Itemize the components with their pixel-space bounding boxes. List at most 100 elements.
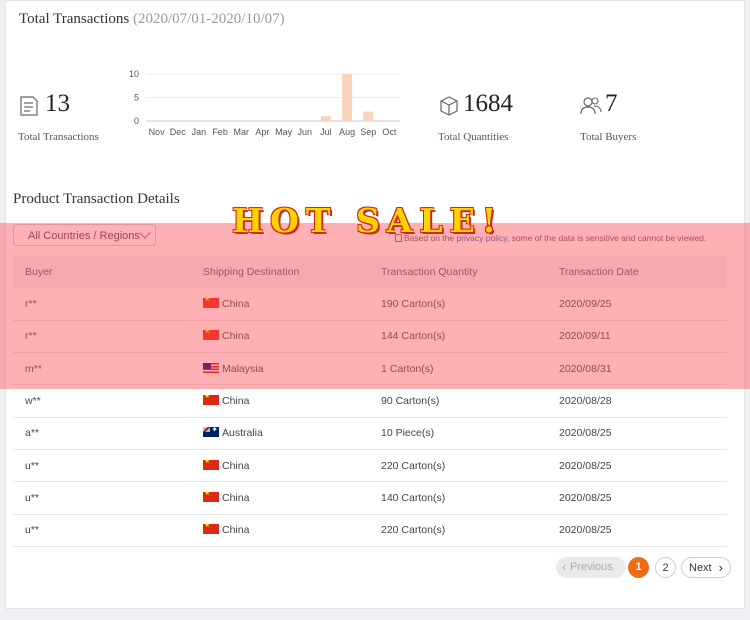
date-cell: 2020/08/25: [547, 449, 727, 483]
quantity-cell: 190 Carton(s): [369, 288, 547, 321]
page-1-button[interactable]: 1: [628, 557, 649, 578]
table-row: r** China 144 Carton(s)2020/09/11: [13, 320, 727, 354]
date-cell: 2020/08/28: [547, 384, 727, 418]
flag-icon: [203, 491, 219, 502]
destination-name: China: [222, 491, 250, 504]
quantity-cell: 144 Carton(s): [369, 320, 547, 354]
details-title: Product Transaction Details: [13, 191, 180, 207]
x-tick-label: Sep: [360, 127, 376, 137]
destination-name: Australia: [222, 427, 263, 440]
monthly-transactions-chart: 0 5 10 Nov Dec Jan Feb Mar Apr May Jun Jul Aug Sep Oct: [129, 69, 400, 137]
previous-page-button[interactable]: Previous: [556, 557, 626, 578]
table-row: a** Australia 10 Piece(s)2020/08/25: [13, 417, 727, 450]
users-icon: [580, 97, 602, 115]
quantity-cell: 140 Carton(s): [369, 481, 547, 515]
chevron-down-icon: [139, 227, 151, 239]
destination-cell: China: [191, 449, 369, 483]
buyer-cell: u**: [13, 449, 191, 483]
destination-name: China: [222, 330, 250, 343]
destination-cell: Australia: [191, 417, 369, 450]
date-cell: 2020/08/25: [547, 417, 727, 450]
stat-label: Total Transactions: [18, 131, 99, 143]
bar: [320, 116, 331, 121]
x-tick-label: Apr: [255, 127, 269, 137]
table-row: u** China 220 Carton(s)2020/08/25: [13, 449, 727, 483]
y-tick-label: 5: [134, 93, 139, 103]
y-tick-label: 10: [129, 69, 139, 79]
flag-icon: [203, 427, 219, 438]
flag-icon: [203, 524, 219, 535]
x-tick-label: Jul: [320, 127, 332, 137]
x-tick-label: Nov: [149, 127, 166, 137]
flag-icon: [203, 459, 219, 470]
transactions-table: Buyer Shipping Destination Transaction Q…: [13, 256, 727, 547]
date-cell: 2020/08/25: [547, 481, 727, 515]
x-tick-label: Aug: [339, 127, 355, 137]
flag-icon: [203, 297, 219, 308]
hot-sale-label: HOT SALE!: [232, 201, 504, 240]
date-cell: 2020/08/31: [547, 352, 727, 386]
buyer-cell: a**: [13, 417, 191, 450]
buyer-cell: r**: [13, 320, 191, 354]
quantity-cell: 220 Carton(s): [369, 514, 547, 547]
y-tick-label: 0: [134, 116, 139, 126]
x-tick-label: May: [275, 127, 293, 137]
destination-cell: Malaysia: [191, 352, 369, 386]
quantity-cell: 1 Carton(s): [369, 352, 547, 386]
date-range: (2020/07/01-2020/10/07): [132, 11, 285, 27]
stat-value: 13: [45, 90, 70, 117]
page-2-button[interactable]: 2: [655, 557, 676, 578]
table-header-row: Buyer Shipping Destination Transaction Q…: [13, 256, 727, 288]
next-page-button[interactable]: Next: [681, 557, 731, 578]
bar: [342, 74, 353, 121]
buyer-cell: r**: [13, 288, 191, 321]
date-cell: 2020/09/11: [547, 320, 727, 354]
destination-name: China: [222, 524, 250, 537]
destination-name: China: [222, 395, 250, 408]
x-tick-label: Oct: [382, 127, 397, 137]
table-row: u** China 140 Carton(s)2020/08/25: [13, 481, 727, 515]
document-icon: [20, 96, 38, 116]
column-header-quantity: Transaction Quantity: [369, 256, 547, 288]
stat-value: 7: [605, 90, 618, 117]
notice-suffix: , some of the data is sensitive and cann…: [506, 233, 707, 243]
column-header-date: Transaction Date: [547, 256, 727, 288]
title-text: Total Transactions: [19, 11, 130, 27]
flag-icon: [203, 330, 219, 341]
quantity-cell: 220 Carton(s): [369, 449, 547, 483]
table-row: w** China 90 Carton(s)2020/08/28: [13, 384, 727, 418]
column-header-buyer: Buyer: [13, 256, 191, 288]
table-row: m** Malaysia 1 Carton(s) 2020/08/31: [13, 352, 727, 386]
previous-label: Previous: [570, 561, 613, 573]
table-row: u** China 220 Carton(s)2020/08/25: [13, 514, 727, 547]
date-cell: 2020/08/25: [547, 514, 727, 547]
table-row: r** China 190 Carton(s)2020/09/25: [13, 288, 727, 321]
date-cell: 2020/09/25: [547, 288, 727, 321]
x-tick-label: Mar: [234, 127, 250, 137]
column-header-destination: Shipping Destination: [191, 256, 369, 288]
filter-label: All Countries / Regions: [28, 230, 140, 242]
bar: [363, 111, 374, 121]
destination-cell: China: [191, 514, 369, 547]
stat-value: 1684: [463, 90, 513, 117]
quantity-cell: 10 Piece(s): [369, 417, 547, 450]
destination-cell: China: [191, 288, 369, 321]
buyer-cell: m**: [13, 352, 191, 386]
x-tick-label: Feb: [212, 127, 228, 137]
destination-name: China: [222, 297, 250, 310]
destination-cell: China: [191, 320, 369, 354]
x-tick-label: Jun: [297, 127, 312, 137]
quantity-cell: 90 Carton(s): [369, 384, 547, 418]
stat-label: Total Buyers: [580, 131, 637, 143]
x-tick-label: Jan: [192, 127, 207, 137]
flag-icon: [203, 395, 219, 406]
buyer-cell: w**: [13, 384, 191, 418]
destination-name: Malaysia: [222, 362, 264, 375]
buyer-cell: u**: [13, 514, 191, 547]
country-region-filter[interactable]: All Countries / Regions: [13, 224, 156, 246]
flag-icon: [203, 362, 219, 373]
destination-cell: China: [191, 384, 369, 418]
transactions-title: Total Transactions (2020/07/01-2020/10/0…: [19, 11, 285, 28]
next-label: Next: [689, 562, 712, 574]
destination-cell: China: [191, 481, 369, 515]
